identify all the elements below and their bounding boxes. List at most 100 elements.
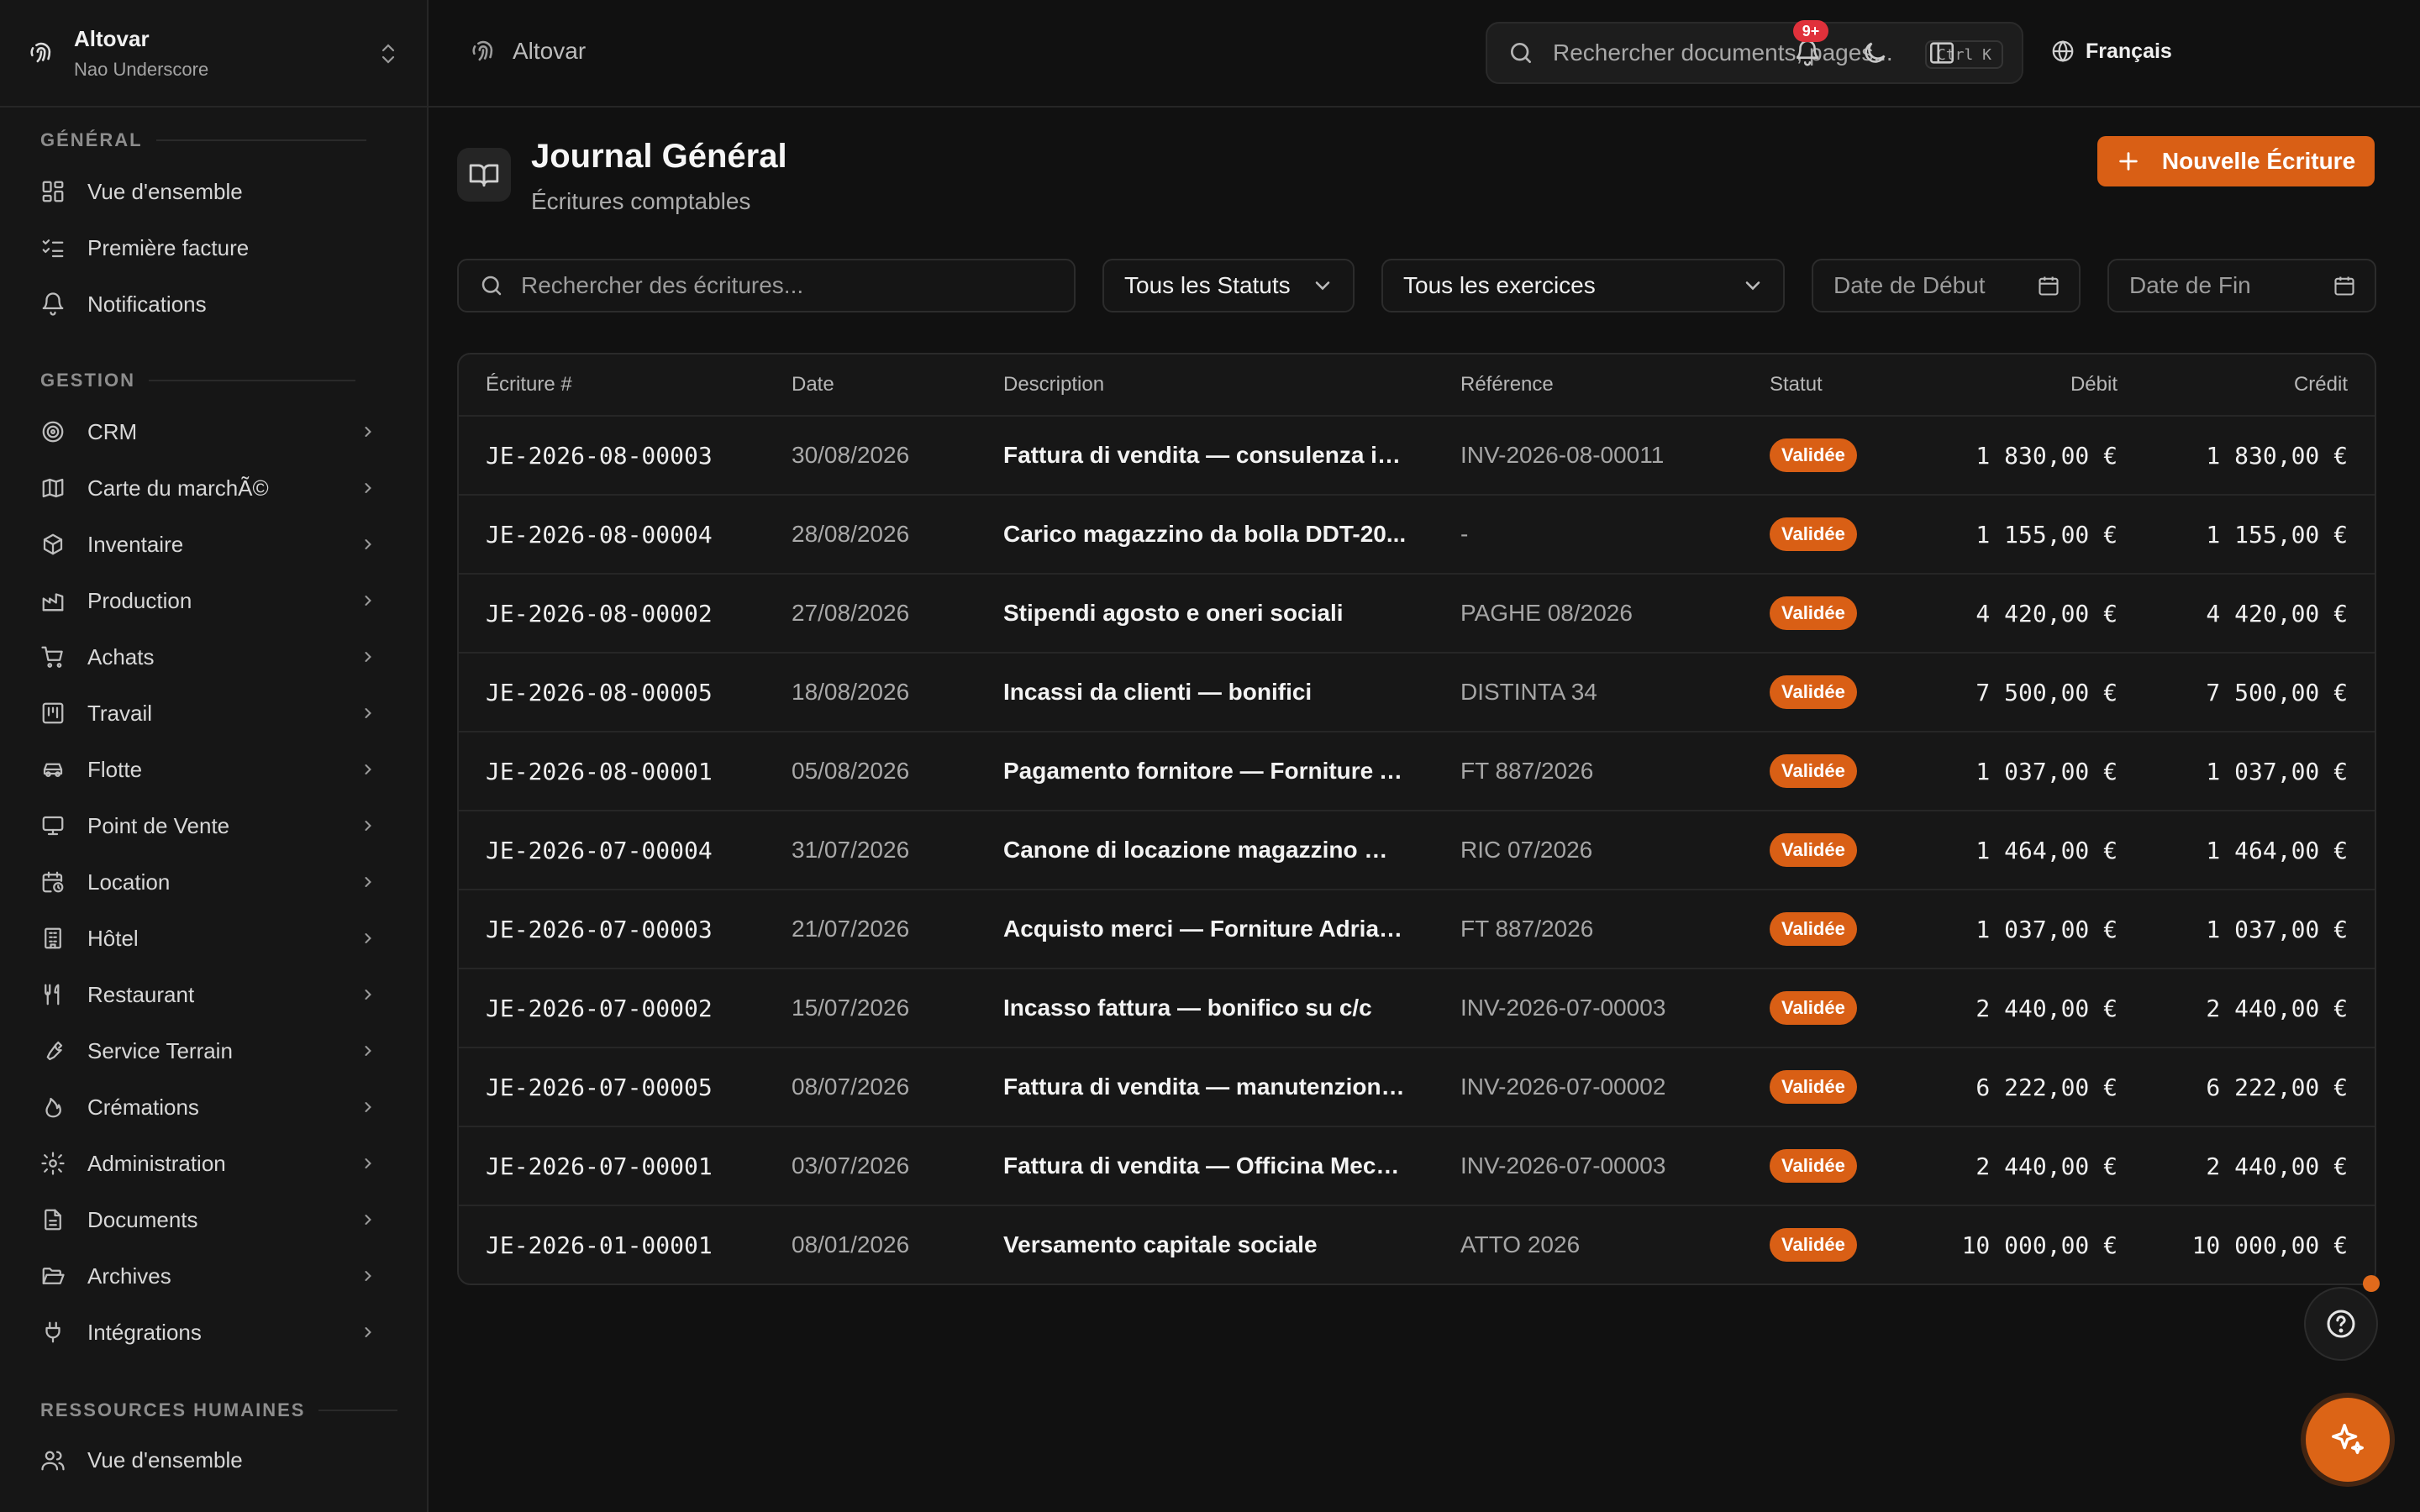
entry-number[interactable]: JE-2026-08-00005 — [486, 679, 713, 706]
sidebar-item-vue-d-ensemble[interactable]: Vue d'ensemble — [40, 168, 376, 215]
status-select[interactable]: Tous les Statuts — [1102, 259, 1355, 312]
entry-reference: FT 887/2026 — [1460, 758, 1594, 784]
col-reference[interactable]: Référence — [1460, 373, 1554, 396]
sidebar-item-label: CRM — [87, 418, 138, 444]
sidebar-item-vue-d-ensemble[interactable]: Vue d'ensemble — [40, 1436, 376, 1483]
start-date-input[interactable]: Date de Début — [1812, 259, 2081, 312]
sidebar-item-flotte[interactable]: Flotte — [40, 746, 376, 793]
sidebar-item-int-grations[interactable]: Intégrations — [40, 1309, 376, 1356]
col-date[interactable]: Date — [792, 373, 834, 396]
entry-number[interactable]: JE-2026-07-00005 — [486, 1074, 713, 1101]
calendar-icon — [2334, 276, 2354, 296]
moon-icon[interactable] — [1860, 39, 1889, 67]
sidebar-toggle-icon[interactable] — [1928, 39, 1956, 67]
entry-reference: PAGHE 08/2026 — [1460, 600, 1633, 626]
sidebar-item-premi-re-facture[interactable]: Première facture — [40, 224, 376, 271]
sidebar-item-location[interactable]: Location — [40, 858, 376, 906]
chevron-right-icon — [365, 427, 371, 437]
search-icon — [1511, 43, 1531, 63]
sidebar-item-label: Intégrations — [87, 1319, 202, 1345]
entry-number[interactable]: JE-2026-08-00004 — [486, 521, 713, 549]
col-status[interactable]: Statut — [1770, 373, 1823, 396]
table-row[interactable]: JE-2026-08-00004 28/08/2026 Carico magazzi… — [459, 494, 2375, 573]
col-credit[interactable]: Crédit — [2294, 373, 2348, 396]
sidebar-item-notifications[interactable]: Notifications — [40, 281, 376, 328]
sidebar-item-label: Vue d'ensemble — [87, 178, 243, 204]
status-badge: Validée — [1770, 754, 1857, 788]
entry-reference: INV-2026-07-00003 — [1460, 995, 1666, 1021]
table-row[interactable]: JE-2026-08-00001 05/08/2026 Pagamento forn… — [459, 731, 2375, 810]
sidebar-item-achats[interactable]: Achats — [40, 633, 376, 680]
folder-open-icon — [42, 1268, 65, 1284]
table-row[interactable]: JE-2026-08-00002 27/08/2026 Stipendi agost… — [459, 573, 2375, 652]
sidebar-item-carte-du-march[interactable]: Carte du marchÃ© — [40, 465, 376, 512]
page-subtitle: Écritures comptables — [531, 188, 751, 214]
table-row[interactable]: JE-2026-08-00003 30/08/2026 Fattura di ven… — [459, 415, 2375, 494]
help-button[interactable] — [2304, 1287, 2378, 1361]
chevron-right-icon — [365, 764, 371, 774]
entry-number[interactable]: JE-2026-07-00004 — [486, 837, 713, 864]
sidebar-item-restaurant[interactable]: Restaurant — [40, 971, 376, 1018]
table-row[interactable]: JE-2026-07-00002 15/07/2026 Incasso fattur… — [459, 968, 2375, 1047]
entry-number[interactable]: JE-2026-08-00003 — [486, 442, 713, 470]
gear-icon — [41, 1152, 65, 1175]
language-label: Français — [2086, 39, 2172, 63]
entry-number[interactable]: JE-2026-08-00001 — [486, 758, 713, 785]
table-row[interactable]: JE-2026-08-00005 18/08/2026 Incassi da cli… — [459, 652, 2375, 731]
table-row[interactable]: JE-2026-07-00005 08/07/2026 Fattura di ven… — [459, 1047, 2375, 1126]
sidebar-item-point-de-vente[interactable]: Point de Vente — [40, 802, 376, 849]
table-row[interactable]: JE-2026-07-00001 03/07/2026 Fattura di ven… — [459, 1126, 2375, 1205]
end-date-placeholder: Date de Fin — [2129, 272, 2251, 298]
sidebar-item-administration[interactable]: Administration — [40, 1140, 376, 1187]
language-switcher[interactable]: Français — [2050, 39, 2172, 64]
ai-assistant-button[interactable] — [2306, 1398, 2390, 1482]
sidebar-item-label: Achats — [87, 643, 155, 669]
entry-number[interactable]: JE-2026-08-00002 — [486, 600, 713, 627]
status-badge: Validée — [1770, 675, 1857, 709]
entry-credit: 6 222,00 € — [2206, 1074, 2348, 1101]
new-entry-button[interactable]: Nouvelle Écriture — [2097, 136, 2375, 186]
col-description[interactable]: Description — [1003, 373, 1104, 396]
entry-description: Pagamento fornitore — Forniture A... — [1003, 758, 1410, 784]
breadcrumb[interactable]: Altovar — [469, 37, 586, 66]
sidebar-item-documents[interactable]: Documents — [40, 1196, 376, 1243]
entry-credit: 1 037,00 € — [2206, 916, 2348, 943]
status-badge: Validée — [1770, 1149, 1857, 1183]
chevron-right-icon — [365, 1327, 371, 1337]
sidebar-item-label: Service Terrain — [87, 1037, 233, 1063]
org-switcher[interactable]: Altovar Nao Underscore — [0, 0, 427, 108]
bell-icon[interactable] — [1793, 39, 1822, 67]
table-row[interactable]: JE-2026-07-00004 31/07/2026 Canone di loca… — [459, 810, 2375, 889]
sidebar-item-travail[interactable]: Travail — [40, 690, 376, 737]
chevron-right-icon — [365, 821, 371, 831]
entry-number[interactable]: JE-2026-07-00002 — [486, 995, 713, 1022]
sidebar-item-label: Vue d'ensemble — [87, 1446, 243, 1473]
dashboard-icon — [42, 181, 64, 202]
table-row[interactable]: JE-2026-01-00001 08/01/2026 Versamento cap… — [459, 1205, 2375, 1284]
chevron-down-icon — [1745, 281, 1760, 291]
entry-description: Fattura di vendita — Officina Mecca... — [1003, 1152, 1410, 1179]
sidebar-item-crm[interactable]: CRM — [40, 408, 376, 455]
entries-search-input[interactable]: Rechercher des écritures... — [457, 259, 1076, 312]
col-entry-number[interactable]: Écriture # — [486, 373, 572, 396]
entry-number[interactable]: JE-2026-07-00001 — [486, 1152, 713, 1180]
sidebar-item-production[interactable]: Production — [40, 577, 376, 624]
entry-debit: 1 464,00 € — [1975, 837, 2118, 864]
entry-number[interactable]: JE-2026-07-00003 — [486, 916, 713, 943]
fiscal-year-select[interactable]: Tous les exercices — [1381, 259, 1785, 312]
sidebar-item-archives[interactable]: Archives — [40, 1252, 376, 1299]
calendar-clock-icon — [42, 871, 64, 893]
entry-credit: 1 037,00 € — [2206, 758, 2348, 785]
entry-debit: 6 222,00 € — [1975, 1074, 2118, 1101]
entry-number[interactable]: JE-2026-01-00001 — [486, 1231, 713, 1259]
sidebar-item-h-tel[interactable]: Hôtel — [40, 915, 376, 962]
sidebar-item-cr-mations[interactable]: Crémations — [40, 1084, 376, 1131]
entry-debit: 4 420,00 € — [1975, 600, 2118, 627]
col-debit[interactable]: Débit — [2070, 373, 2118, 396]
sidebar-item-service-terrain[interactable]: Service Terrain — [40, 1027, 376, 1074]
entry-credit: 2 440,00 € — [2206, 995, 2348, 1022]
table-row[interactable]: JE-2026-07-00003 21/07/2026 Acquisto merci… — [459, 889, 2375, 968]
calendar-icon — [2039, 276, 2059, 296]
sidebar-item-inventaire[interactable]: Inventaire — [40, 521, 376, 568]
end-date-input[interactable]: Date de Fin — [2107, 259, 2376, 312]
